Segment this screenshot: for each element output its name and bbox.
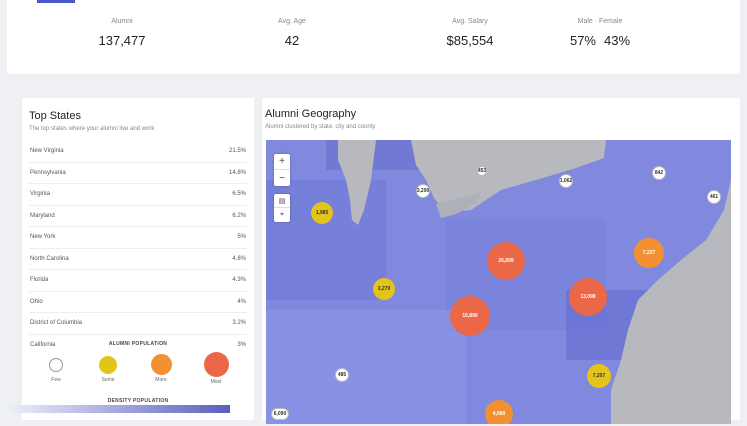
state-row: Ohio 4% (29, 292, 247, 313)
zoom-in-button[interactable]: + (274, 154, 290, 170)
state-name: Florida (30, 277, 49, 284)
stat-alumni-label: Alumni (111, 18, 133, 25)
map-cluster[interactable]: 453 (477, 166, 487, 176)
stat-gender-label: Male · Female (577, 18, 623, 25)
map-tools: ▤ ⌖ (274, 194, 290, 222)
legend-some-bubble (99, 356, 117, 374)
map-cluster[interactable]: 3,279 (373, 278, 395, 300)
alumni-population-legend-title: ALUMNI POPULATION (108, 341, 168, 347)
legend-more-label: More (155, 377, 167, 383)
stat-female-pct: 43% (604, 33, 631, 48)
legend-more-bubble (151, 354, 172, 375)
state-value: 5% (237, 234, 246, 241)
state-name: New Virginia (30, 148, 64, 155)
top-states-card: Top States The top states where your alu… (22, 98, 254, 420)
state-value: 14.8% (228, 169, 246, 176)
top-states-subtitle: The top states where your alumni live an… (29, 126, 155, 132)
density-gradient-bar (10, 405, 230, 413)
zoom-control: + − (274, 154, 290, 186)
state-name: Pennsylvania (30, 169, 66, 176)
stat-avg-age-label: Avg. Age (278, 18, 306, 25)
stat-gender-value: 57% 43% (555, 33, 645, 48)
state-value: 3.2% (232, 320, 246, 327)
map-cluster[interactable]: 842 (652, 166, 666, 180)
state-row: New Virginia 21.5% (29, 141, 247, 163)
state-value: 4.8% (232, 255, 246, 262)
map-cluster[interactable]: 26,899 (487, 242, 525, 280)
map-cluster[interactable]: 1,985 (311, 202, 333, 224)
top-states-list: New Virginia 21.5% Pennsylvania 14.8% Virgin… (29, 141, 247, 356)
stat-avg-age: Avg. Age 42 (262, 0, 322, 48)
legend-most-label: Most (210, 379, 222, 385)
state-row: New York 5% (29, 227, 247, 249)
map-base (266, 140, 731, 424)
stat-avg-salary: Avg. Salary $85,554 (435, 0, 505, 48)
state-value: 6.5% (232, 191, 246, 198)
state-name: Ohio (30, 298, 43, 305)
active-tab-indicator[interactable] (37, 0, 75, 3)
alumni-geography-card: Alumni Geography Alumni clustered by sta… (262, 98, 740, 424)
state-row: Virginia 6.5% (29, 184, 247, 206)
geography-subtitle: Alumni clustered by state, city and coun… (265, 124, 376, 130)
state-row: North Carolina 4.8% (29, 249, 247, 270)
stat-avg-age-value: 42 (284, 33, 300, 48)
state-row: Pennsylvania 14.8% (29, 163, 247, 184)
map-cluster[interactable]: 7,207 (587, 364, 611, 388)
state-value: 6.2% (232, 212, 246, 219)
stat-gender: Male · Female 57% 43% (555, 0, 645, 48)
state-name: Virginia (30, 191, 50, 198)
stat-male-pct: 57% (569, 33, 596, 48)
stats-card: Alumni 137,477 Avg. Age 42 Avg. Salary $… (7, 0, 740, 74)
state-value: 21.5% (228, 148, 246, 155)
state-value: 4.3% (232, 277, 246, 284)
state-row: Florida 4.3% (29, 270, 247, 292)
state-name: District of Columbia (30, 320, 83, 327)
map-cluster[interactable]: 15,890 (450, 296, 490, 336)
geography-header: Alumni Geography Alumni clustered by sta… (265, 108, 375, 130)
legend-most-bubble (204, 352, 229, 377)
state-name: North Carolina (30, 255, 69, 262)
top-states-header: Top States The top states where your alu… (29, 110, 154, 132)
state-row: Maryland 6.2% (29, 206, 247, 227)
map-cluster[interactable]: 6,090 (271, 408, 289, 420)
legend-few-label: Few (51, 377, 61, 383)
density-population-legend-title: DENSITY POPULATION (107, 398, 169, 404)
geography-title: Alumni Geography (265, 108, 357, 120)
map-cluster[interactable]: 7,227 (634, 238, 664, 268)
state-name: Maryland (30, 212, 55, 219)
map-cluster[interactable]: 13,098 (569, 278, 607, 316)
state-row: District of Columbia 3.2% (29, 313, 247, 335)
legend-few-bubble (49, 358, 63, 372)
map-cluster[interactable]: 485 (335, 368, 349, 382)
map-cluster[interactable]: 4,080 (485, 400, 513, 424)
zoom-out-button[interactable]: − (274, 170, 290, 186)
state-name: New York (30, 234, 56, 241)
legend-some-label: Some (101, 377, 115, 383)
pin-icon[interactable]: ⌖ (274, 208, 290, 222)
state-value: 4% (237, 298, 246, 305)
top-states-title: Top States (29, 110, 81, 122)
stat-alumni: Alumni 137,477 (87, 0, 157, 48)
map-cluster[interactable]: 1,062 (559, 174, 573, 188)
layers-icon[interactable]: ▤ (274, 194, 290, 208)
map-cluster[interactable]: 3,290 (416, 184, 430, 198)
stat-avg-salary-value: $85,554 (446, 33, 494, 48)
alumni-map[interactable]: + − ▤ ⌖ 1,985 3,279 26,899 15,890 13,098… (266, 140, 731, 424)
stat-alumni-value: 137,477 (98, 33, 146, 48)
stat-avg-salary-label: Avg. Salary (452, 18, 488, 25)
map-cluster[interactable]: 461 (707, 190, 721, 204)
